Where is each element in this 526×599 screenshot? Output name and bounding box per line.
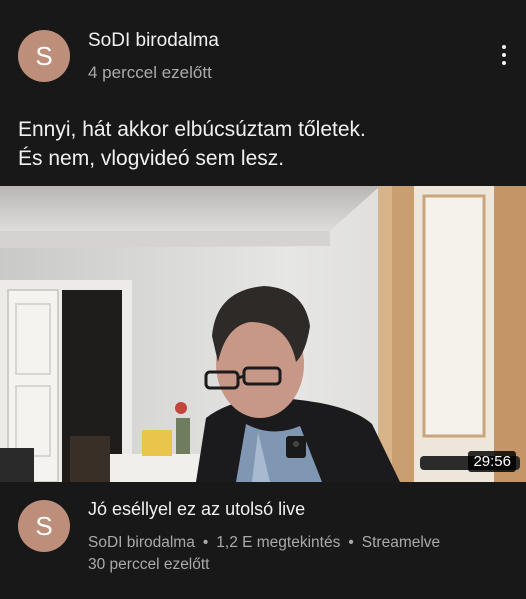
stream-status: Streamelve xyxy=(361,534,441,551)
video-info: S Jó eséllyel ez az utolsó live SoDI bir… xyxy=(0,482,526,599)
thumbnail-image xyxy=(0,186,526,482)
view-count: 1,2 E megtekintés xyxy=(216,534,341,551)
video-channel-avatar[interactable]: S xyxy=(18,500,70,552)
post-timestamp: 4 perccel ezelőtt xyxy=(88,63,212,82)
separator-dot: • xyxy=(202,534,209,551)
channel-avatar[interactable]: S xyxy=(18,30,70,82)
channel-name[interactable]: SoDI birodalma xyxy=(88,30,219,52)
video-thumbnail[interactable]: 29:56 xyxy=(0,186,526,482)
duration-badge: 29:56 xyxy=(468,451,516,472)
video-metadata: SoDI birodalma • 1,2 E megtekintés • Streame… xyxy=(88,532,518,576)
video-channel-name[interactable]: SoDI birodalma xyxy=(88,534,195,551)
more-vertical-icon[interactable] xyxy=(494,38,514,72)
video-title[interactable]: Jó eséllyel ez az utolsó live xyxy=(88,499,305,520)
separator-dot: • xyxy=(348,534,354,551)
video-time: 30 perccel ezelőtt xyxy=(88,556,210,573)
post-text: Ennyi, hát akkor elbúcsúztam tőletek. És… xyxy=(18,115,508,173)
community-post-header: S SoDI birodalma 4 perccel ezelőtt xyxy=(0,0,526,110)
post-text-line: És nem, vlogvideó sem lesz. xyxy=(18,147,285,170)
post-text-line: Ennyi, hát akkor elbúcsúztam tőletek. xyxy=(18,118,366,141)
